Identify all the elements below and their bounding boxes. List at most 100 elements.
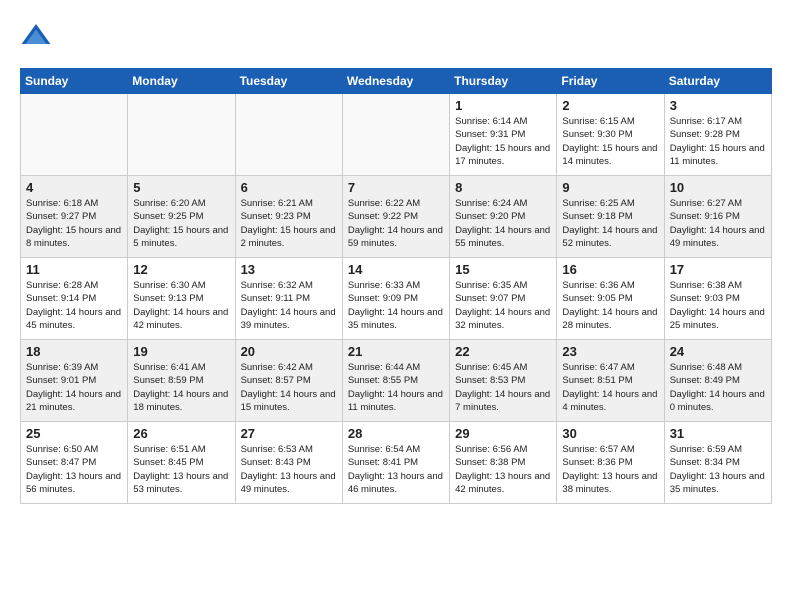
- day-number: 4: [26, 180, 122, 195]
- calendar-cell: 18 Sunrise: 6:39 AM Sunset: 9:01 PM Dayli…: [21, 340, 128, 422]
- day-info: Sunrise: 6:38 AM Sunset: 9:03 PM Dayligh…: [670, 279, 766, 332]
- day-number: 16: [562, 262, 658, 277]
- day-info: Sunrise: 6:54 AM Sunset: 8:41 PM Dayligh…: [348, 443, 444, 496]
- logo-icon: [20, 20, 52, 52]
- calendar-cell: 6 Sunrise: 6:21 AM Sunset: 9:23 PM Daylig…: [235, 176, 342, 258]
- day-number: 20: [241, 344, 337, 359]
- day-number: 22: [455, 344, 551, 359]
- day-info: Sunrise: 6:17 AM Sunset: 9:28 PM Dayligh…: [670, 115, 766, 168]
- day-info: Sunrise: 6:42 AM Sunset: 8:57 PM Dayligh…: [241, 361, 337, 414]
- calendar-cell: 13 Sunrise: 6:32 AM Sunset: 9:11 PM Dayli…: [235, 258, 342, 340]
- day-info: Sunrise: 6:21 AM Sunset: 9:23 PM Dayligh…: [241, 197, 337, 250]
- calendar-cell: 11 Sunrise: 6:28 AM Sunset: 9:14 PM Dayli…: [21, 258, 128, 340]
- day-number: 9: [562, 180, 658, 195]
- calendar-cell: [235, 94, 342, 176]
- calendar-cell: 8 Sunrise: 6:24 AM Sunset: 9:20 PM Daylig…: [450, 176, 557, 258]
- day-number: 23: [562, 344, 658, 359]
- day-info: Sunrise: 6:59 AM Sunset: 8:34 PM Dayligh…: [670, 443, 766, 496]
- day-number: 25: [26, 426, 122, 441]
- day-info: Sunrise: 6:22 AM Sunset: 9:22 PM Dayligh…: [348, 197, 444, 250]
- calendar-cell: 27 Sunrise: 6:53 AM Sunset: 8:43 PM Dayli…: [235, 422, 342, 504]
- day-info: Sunrise: 6:20 AM Sunset: 9:25 PM Dayligh…: [133, 197, 229, 250]
- day-info: Sunrise: 6:35 AM Sunset: 9:07 PM Dayligh…: [455, 279, 551, 332]
- logo: [20, 20, 56, 52]
- day-info: Sunrise: 6:33 AM Sunset: 9:09 PM Dayligh…: [348, 279, 444, 332]
- day-info: Sunrise: 6:47 AM Sunset: 8:51 PM Dayligh…: [562, 361, 658, 414]
- calendar-cell: 26Sunrise: 6:51 AM Sunset: 8:45 PM Dayli…: [128, 422, 235, 504]
- day-info: Sunrise: 6:44 AM Sunset: 8:55 PM Dayligh…: [348, 361, 444, 414]
- day-number: 29: [455, 426, 551, 441]
- calendar-cell: 7 Sunrise: 6:22 AM Sunset: 9:22 PM Daylig…: [342, 176, 449, 258]
- calendar-week-3: 11 Sunrise: 6:28 AM Sunset: 9:14 PM Dayli…: [21, 258, 772, 340]
- header-saturday: Saturday: [664, 69, 771, 94]
- day-info: Sunrise: 6:25 AM Sunset: 9:18 PM Dayligh…: [562, 197, 658, 250]
- calendar-week-4: 18 Sunrise: 6:39 AM Sunset: 9:01 PM Dayli…: [21, 340, 772, 422]
- day-number: 7: [348, 180, 444, 195]
- day-number: 28: [348, 426, 444, 441]
- day-number: 14: [348, 262, 444, 277]
- day-info: Sunrise: 6:28 AM Sunset: 9:14 PM Dayligh…: [26, 279, 122, 332]
- calendar-cell: 25 Sunrise: 6:50 AM Sunset: 8:47 PM Dayli…: [21, 422, 128, 504]
- calendar-cell: 14 Sunrise: 6:33 AM Sunset: 9:09 PM Dayli…: [342, 258, 449, 340]
- day-number: 15: [455, 262, 551, 277]
- day-info: Sunrise: 6:30 AM Sunset: 9:13 PM Dayligh…: [133, 279, 229, 332]
- day-number: 19: [133, 344, 229, 359]
- calendar-cell: 29 Sunrise: 6:56 AM Sunset: 8:38 PM Dayli…: [450, 422, 557, 504]
- day-number: 31: [670, 426, 766, 441]
- header-thursday: Thursday: [450, 69, 557, 94]
- day-number: 10: [670, 180, 766, 195]
- calendar-cell: 23 Sunrise: 6:47 AM Sunset: 8:51 PM Dayli…: [557, 340, 664, 422]
- header-wednesday: Wednesday: [342, 69, 449, 94]
- calendar-cell: 3 Sunrise: 6:17 AM Sunset: 9:28 PM Daylig…: [664, 94, 771, 176]
- day-number: 27: [241, 426, 337, 441]
- calendar-cell: 22 Sunrise: 6:45 AM Sunset: 8:53 PM Dayli…: [450, 340, 557, 422]
- day-info: Sunrise: 6:50 AM Sunset: 8:47 PM Dayligh…: [26, 443, 122, 496]
- day-number: 1: [455, 98, 551, 113]
- day-info: Sunrise: 6:45 AM Sunset: 8:53 PM Dayligh…: [455, 361, 551, 414]
- day-number: 11: [26, 262, 122, 277]
- calendar-cell: 20 Sunrise: 6:42 AM Sunset: 8:57 PM Dayli…: [235, 340, 342, 422]
- calendar-cell: 10 Sunrise: 6:27 AM Sunset: 9:16 PM Dayli…: [664, 176, 771, 258]
- day-number: 2: [562, 98, 658, 113]
- calendar-cell: 1Sunrise: 6:14 AM Sunset: 9:31 PM Daylig…: [450, 94, 557, 176]
- calendar-cell: 12Sunrise: 6:30 AM Sunset: 9:13 PM Dayli…: [128, 258, 235, 340]
- day-info: Sunrise: 6:27 AM Sunset: 9:16 PM Dayligh…: [670, 197, 766, 250]
- day-number: 26: [133, 426, 229, 441]
- header-friday: Friday: [557, 69, 664, 94]
- day-info: Sunrise: 6:24 AM Sunset: 9:20 PM Dayligh…: [455, 197, 551, 250]
- calendar-cell: 31 Sunrise: 6:59 AM Sunset: 8:34 PM Dayli…: [664, 422, 771, 504]
- day-number: 5: [133, 180, 229, 195]
- calendar-cell: 30Sunrise: 6:57 AM Sunset: 8:36 PM Dayli…: [557, 422, 664, 504]
- day-number: 21: [348, 344, 444, 359]
- day-number: 8: [455, 180, 551, 195]
- calendar-cell: 9 Sunrise: 6:25 AM Sunset: 9:18 PM Daylig…: [557, 176, 664, 258]
- day-number: 30: [562, 426, 658, 441]
- calendar-week-5: 25 Sunrise: 6:50 AM Sunset: 8:47 PM Dayli…: [21, 422, 772, 504]
- day-info: Sunrise: 6:15 AM Sunset: 9:30 PM Dayligh…: [562, 115, 658, 168]
- day-info: Sunrise: 6:32 AM Sunset: 9:11 PM Dayligh…: [241, 279, 337, 332]
- day-number: 18: [26, 344, 122, 359]
- day-info: Sunrise: 6:41 AM Sunset: 8:59 PM Dayligh…: [133, 361, 229, 414]
- calendar-cell: 16Sunrise: 6:36 AM Sunset: 9:05 PM Dayli…: [557, 258, 664, 340]
- day-info: Sunrise: 6:56 AM Sunset: 8:38 PM Dayligh…: [455, 443, 551, 496]
- day-number: 17: [670, 262, 766, 277]
- header-tuesday: Tuesday: [235, 69, 342, 94]
- day-number: 3: [670, 98, 766, 113]
- day-number: 13: [241, 262, 337, 277]
- calendar-cell: 21 Sunrise: 6:44 AM Sunset: 8:55 PM Dayli…: [342, 340, 449, 422]
- calendar-table: SundayMondayTuesdayWednesdayThursdayFrid…: [20, 68, 772, 504]
- calendar-header-row: SundayMondayTuesdayWednesdayThursdayFrid…: [21, 69, 772, 94]
- day-info: Sunrise: 6:39 AM Sunset: 9:01 PM Dayligh…: [26, 361, 122, 414]
- header-monday: Monday: [128, 69, 235, 94]
- calendar-week-2: 4Sunrise: 6:18 AM Sunset: 9:27 PM Daylig…: [21, 176, 772, 258]
- calendar-week-1: 1Sunrise: 6:14 AM Sunset: 9:31 PM Daylig…: [21, 94, 772, 176]
- calendar-cell: 2 Sunrise: 6:15 AM Sunset: 9:30 PM Daylig…: [557, 94, 664, 176]
- day-info: Sunrise: 6:53 AM Sunset: 8:43 PM Dayligh…: [241, 443, 337, 496]
- day-number: 24: [670, 344, 766, 359]
- calendar-cell: 24Sunrise: 6:48 AM Sunset: 8:49 PM Dayli…: [664, 340, 771, 422]
- calendar-cell: 28 Sunrise: 6:54 AM Sunset: 8:41 PM Dayli…: [342, 422, 449, 504]
- calendar-cell: [128, 94, 235, 176]
- page-header: [20, 20, 772, 52]
- day-number: 6: [241, 180, 337, 195]
- calendar-cell: [342, 94, 449, 176]
